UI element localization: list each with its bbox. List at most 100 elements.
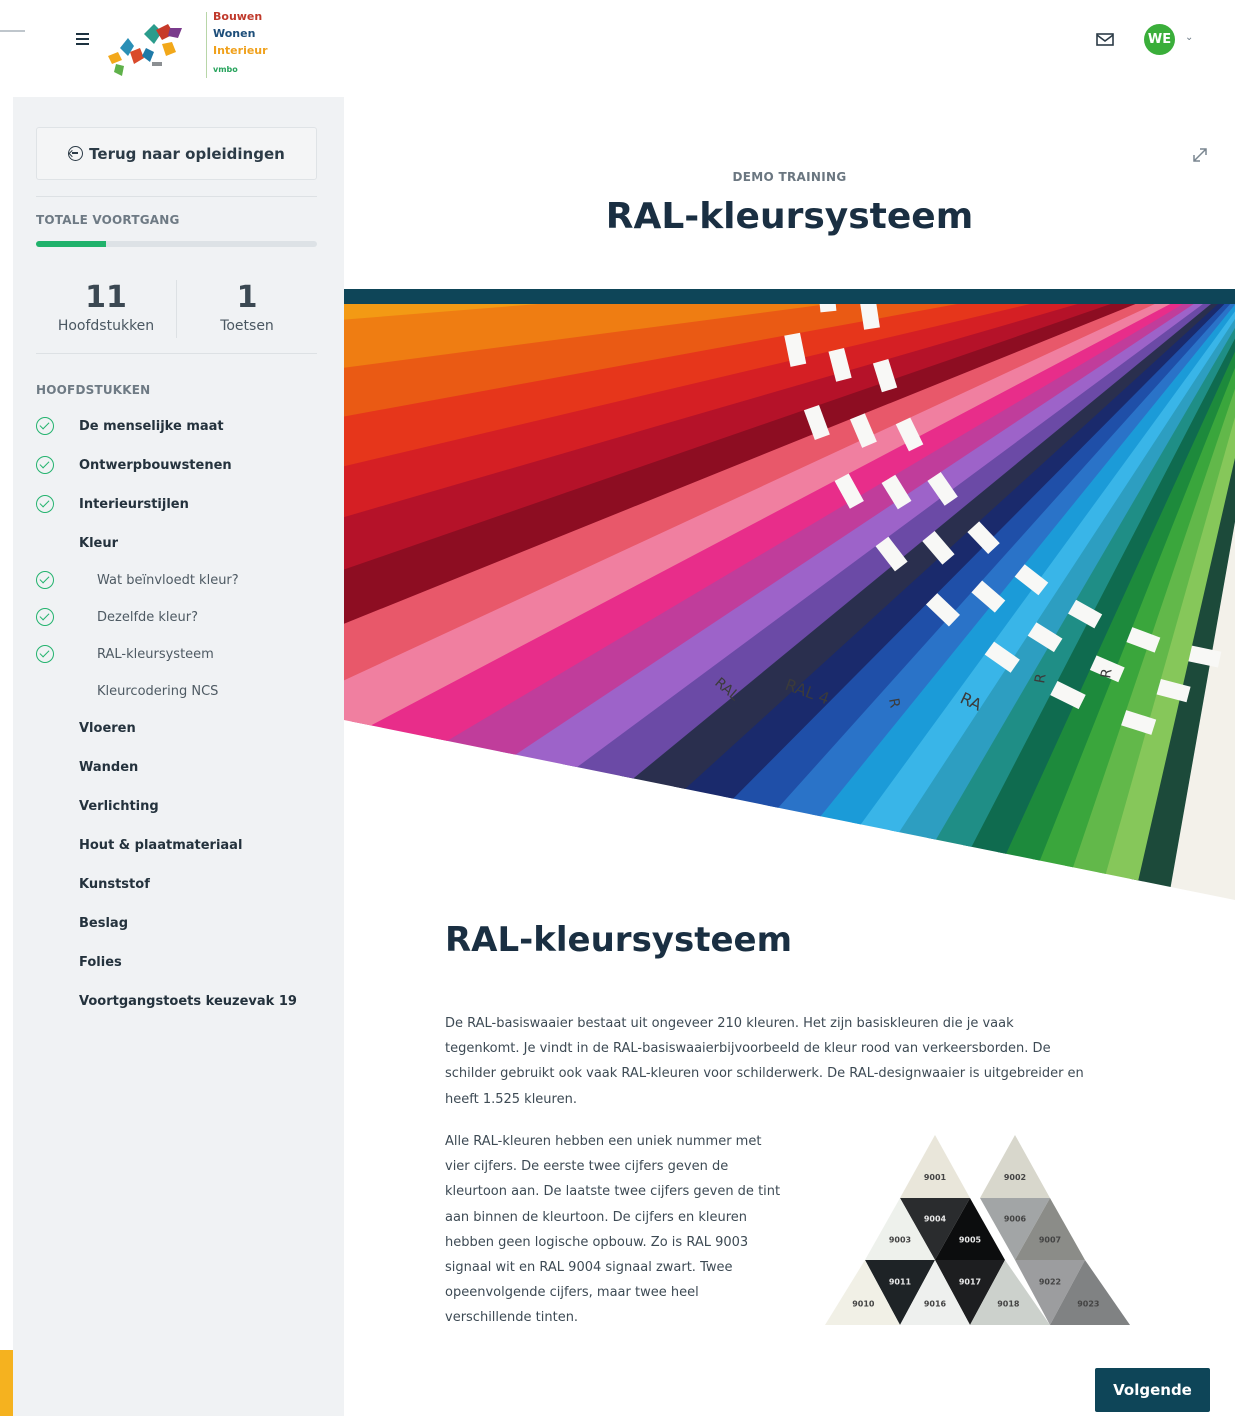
chapter-label: Beslag [79,915,128,931]
chapter-label: Vloeren [79,720,136,736]
chapter-item[interactable]: Beslag [36,909,317,937]
check-circle-icon [36,645,54,663]
stat-value: 1 [236,280,258,315]
check-circle-icon [36,608,54,626]
section-heading: RAL-kleursysteem [445,920,793,960]
chapter-item[interactable]: Vloeren [36,714,317,742]
color-fan-illustration: RAL 4 RA R R R RAL [344,304,1235,900]
check-circle-icon [36,571,54,589]
ral-code-label: 9023 [1077,1299,1099,1308]
logo-line-1: Bouwen [213,10,263,23]
text-line: De RAL-basiswaaier bestaat uit ongeveer … [445,1016,1014,1031]
check-circle-icon [36,417,54,435]
divider [36,196,317,197]
mail-icon[interactable] [1094,30,1116,48]
chapters-label: HOOFDSTUKKEN [36,383,151,397]
chapter-item[interactable]: De menselijke maat [36,412,317,440]
chapter-item[interactable]: Hout & plaatmateriaal [36,831,317,859]
chapter-item[interactable]: Dezelfde kleur? [36,603,317,631]
chapter-label: Kleur [79,535,119,551]
intro-paragraph: De RAL-basiswaaier bestaat uit ongeveer … [445,1011,1165,1112]
progress-bar [36,241,317,247]
text-line: aan binnen de kleurtoon. De cijfers en k… [445,1209,748,1225]
chapter-item[interactable]: Wanden [36,753,317,781]
progress-fill [36,241,107,247]
chapter-item[interactable]: Wat beïnvloedt kleur? [36,566,317,594]
text-line: heeft 1.525 kleuren. [445,1091,577,1107]
logo-divider [206,12,207,78]
chapter-label: RAL-kleursysteem [97,646,214,662]
arrow-left-circle-icon [68,146,84,161]
logo-line-3: Interieur [213,44,268,57]
stat-tests: 1 Toetsen [177,278,317,334]
page-left-edge [0,97,13,1416]
ral-code-label: 9011 [889,1278,912,1287]
ral-code-label: 9010 [852,1299,875,1308]
back-to-courses-button[interactable]: Terug naar opleidingen [36,127,317,180]
top-header: Bouwen Wonen Interieur vmbo WE ⌄ [0,0,1245,97]
ral-code-label: 9005 [959,1235,982,1244]
chapter-item[interactable]: Kunststof [36,870,317,898]
body-paragraph: Alle RAL-kleuren hebben een uniek nummer… [445,1129,815,1331]
ral-code-label: 9002 [1004,1173,1026,1182]
chapter-label: De menselijke maat [79,418,224,434]
accent-strip [0,1350,13,1416]
logo-line-2: Wonen [213,27,256,40]
chapter-label: Interieurstijlen [79,496,189,512]
ral-swatch [980,1135,1050,1198]
text-line: schilder gebruikt ook vaak RAL-kleuren v… [445,1066,1084,1082]
chapter-label: Wanden [79,759,139,775]
chevron-down-icon[interactable]: ⌄ [1185,32,1193,43]
chapter-label: Kunststof [79,876,150,892]
chapter-label: Verlichting [79,798,159,814]
stat-chapters: 11 Hoofdstukken [36,278,176,334]
text-line: vier cijfers. De eerste twee cijfers gev… [445,1159,729,1175]
chapter-item[interactable]: Kleur [36,529,317,557]
text-line: tegenkomt. Je vindt in de RAL-basiswaaie… [445,1041,1051,1057]
brand-logo[interactable]: Bouwen Wonen Interieur vmbo [100,8,290,86]
logo-figures-icon [108,24,182,76]
back-button-label: Terug naar opleidingen [89,144,285,163]
chapter-label: Hout & plaatmateriaal [79,837,243,853]
check-circle-icon [36,495,54,513]
hamburger-menu-icon[interactable] [72,28,94,50]
text-line: verschillende tinten. [445,1310,579,1326]
chapter-label: Voortgangstoets keuzevak 19 [79,993,297,1009]
window-edge [0,30,25,52]
progress-label: TOTALE VOORTGANG [36,213,180,227]
chapter-label: Ontwerpbouwstenen [79,457,232,473]
ral-code-label: 9001 [924,1173,947,1182]
text-line: opeenvolgende cijfers, maar twee heel [445,1285,699,1301]
stat-label: Hoofdstukken [57,318,155,334]
stat-label: Toetsen [220,318,274,334]
ral-code-label: 9018 [997,1299,1020,1308]
ral-code-label: 9016 [924,1299,947,1308]
stats-panel: 11 Hoofdstukken 1 Toetsen [36,278,317,352]
ral-code-label: 9004 [924,1215,947,1224]
next-button[interactable]: Volgende [1095,1368,1210,1412]
user-avatar[interactable]: WE [1144,24,1175,55]
ral-swatch [900,1135,970,1198]
hero-image-color-fan: RAL 4 RA R R R RAL [344,304,1235,900]
text-line: signaal wit en RAL 9004 signaal zwart. T… [445,1260,733,1276]
text-line: hebben geen logische opbouw. Zo is RAL 9… [445,1234,749,1250]
expand-icon[interactable] [1190,145,1210,165]
chapter-item[interactable]: Folies [36,948,317,976]
chapter-item[interactable]: Ontwerpbouwstenen [36,451,317,479]
logo-text: Bouwen Wonen Interieur vmbo [213,8,268,78]
chapter-label: Folies [79,954,122,970]
chapter-label: Kleurcodering NCS [97,683,219,699]
ral-code-label: 9022 [1039,1278,1061,1287]
chapter-item[interactable]: Verlichting [36,792,317,820]
course-kicker: DEMO TRAINING [732,170,847,184]
chapter-item[interactable]: Interieurstijlen [36,490,317,518]
text-line: kleurtoon aan. De laatste twee cijfers g… [445,1184,781,1200]
chapter-item[interactable]: Kleurcodering NCS [36,677,317,705]
text-line: Alle RAL-kleuren hebben een uniek nummer… [445,1134,762,1149]
chapter-label: Dezelfde kleur? [97,609,199,625]
chapter-item[interactable]: RAL-kleursysteem [36,640,317,668]
ral-color-triangle: 9001 9002 9004 9006 9003 9005 9007 9011 9017 9022… [825,1135,1130,1325]
chapter-item[interactable]: Voortgangstoets keuzevak 19 [36,987,317,1015]
divider [36,353,317,354]
check-circle-icon [36,456,54,474]
